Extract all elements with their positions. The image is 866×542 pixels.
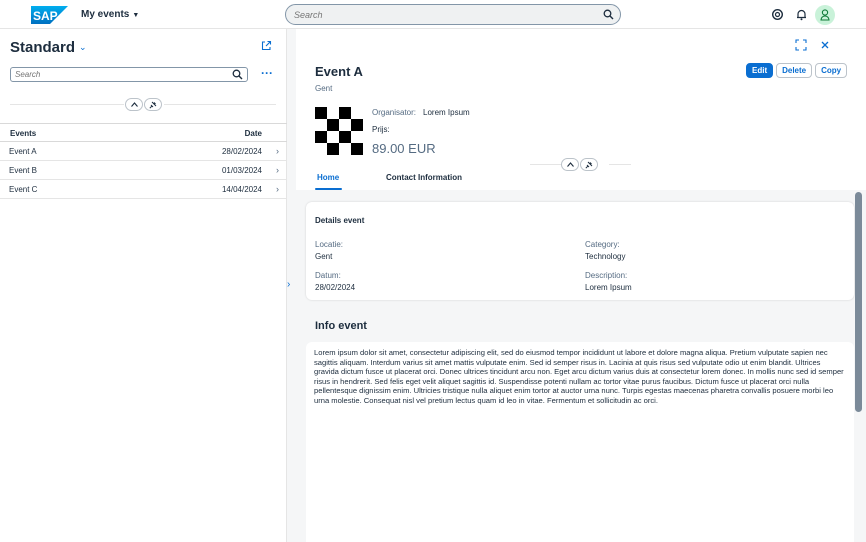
list-search-input[interactable] [15,69,225,80]
tab-home[interactable]: Home [317,173,339,182]
table-header: Events Date [0,123,287,142]
delete-button[interactable]: Delete [776,63,813,78]
details-card: Details event Locatie: Gent Datum: 28/02… [306,202,854,300]
info-event-text: Lorem ipsum dolor sit amet, consectetur … [314,348,844,405]
fullscreen-icon[interactable] [795,39,807,51]
row-event-name: Event A [9,147,37,156]
row-event-date: 28/02/2024 [221,147,262,156]
shell-search-input[interactable] [294,8,594,22]
row-event-date: 01/03/2024 [221,166,262,175]
list-search[interactable] [10,67,248,82]
column-header-date[interactable]: Date [245,129,262,138]
locatie-value: Gent [315,252,333,261]
locatie-label: Locatie: [315,240,344,249]
object-header: Event A Gent Edit Delete Copy Organisato… [296,29,866,190]
search-icon[interactable] [603,9,614,20]
copilot-icon[interactable] [771,8,784,21]
info-event-card: Lorem ipsum dolor sit amet, consectetur … [306,342,854,542]
table-row[interactable]: Event B 01/03/2024 › [0,161,287,180]
header-toggle-group [125,98,162,111]
more-options-icon[interactable]: ··· [261,67,273,79]
variant-label: Standard [10,39,76,56]
detail-content: Details event Locatie: Gent Datum: 28/02… [296,190,866,542]
organisator-label: Organisator: [372,108,417,117]
logo-text: SAP [33,9,58,23]
info-event-title: Info event [315,320,367,332]
chevron-right-icon: › [276,165,279,175]
category-value: Technology [585,252,626,261]
sap-logo[interactable]: SAP [31,6,68,24]
pin-header-button[interactable] [144,98,162,111]
user-avatar[interactable] [815,5,835,25]
edit-button[interactable]: Edit [746,63,774,78]
chevron-up-icon [130,102,138,107]
event-subtitle: Gent [315,84,333,93]
chevron-right-icon: › [276,146,279,156]
organisator-value: Lorem Ipsum [423,108,470,117]
datum-value: 28/02/2024 [315,283,356,292]
prijs-label: Prijs: [372,125,390,134]
collapse-header-button[interactable] [125,98,143,111]
chevron-up-icon [566,162,574,167]
details-title: Details event [315,216,365,225]
header-divider [164,104,276,105]
bell-icon[interactable] [795,8,808,21]
events-table: Events Date Event A 28/02/2024 › Event B… [0,123,287,199]
tab-contact-information[interactable]: Contact Information [386,173,462,182]
row-event-name: Event C [9,185,38,194]
event-title: Event A [315,64,363,79]
caret-down-icon: ▼ [132,12,140,19]
tab-bar: Home Contact Information [296,168,866,190]
shell-search[interactable] [285,4,621,25]
shell-bar: SAP My events ▼ [0,0,866,29]
description-value: Lorem Ipsum [585,283,632,292]
list-pane: Standard⌄ ··· Events Date Event A 28/02/… [0,29,287,542]
expand-arrow-icon[interactable]: › [287,279,290,290]
close-icon[interactable] [820,40,830,50]
datum-label: Datum: [315,271,341,280]
detail-pane: Event A Gent Edit Delete Copy Organisato… [296,29,866,542]
app-title-menu[interactable]: My events ▼ [81,9,139,20]
column-header-events[interactable]: Events [10,129,36,138]
chevron-down-icon: ⌄ [79,42,87,52]
share-icon[interactable] [261,40,272,51]
prijs-value: 89.00 EUR [372,141,436,156]
copy-button[interactable]: Copy [815,63,848,78]
event-image [315,107,363,155]
variant-selector[interactable]: Standard ⌄ [10,39,87,56]
chevron-right-icon: › [276,184,279,194]
user-avatar-icon [820,9,830,21]
header-divider [10,104,124,105]
pane-splitter[interactable]: › [287,29,296,542]
header-divider [609,164,631,165]
table-row[interactable]: Event A 28/02/2024 › [0,142,287,161]
vertical-scrollbar[interactable] [855,192,862,412]
category-label: Category: [585,240,620,249]
app-title-label: My events [81,9,130,20]
row-event-date: 14/04/2024 [221,185,262,194]
header-actions: Edit Delete Copy [746,63,848,78]
table-row[interactable]: Event C 14/04/2024 › [0,180,287,199]
row-event-name: Event B [9,166,38,175]
search-icon[interactable] [232,69,243,80]
description-label: Description: [585,271,628,280]
pin-icon [149,101,157,109]
